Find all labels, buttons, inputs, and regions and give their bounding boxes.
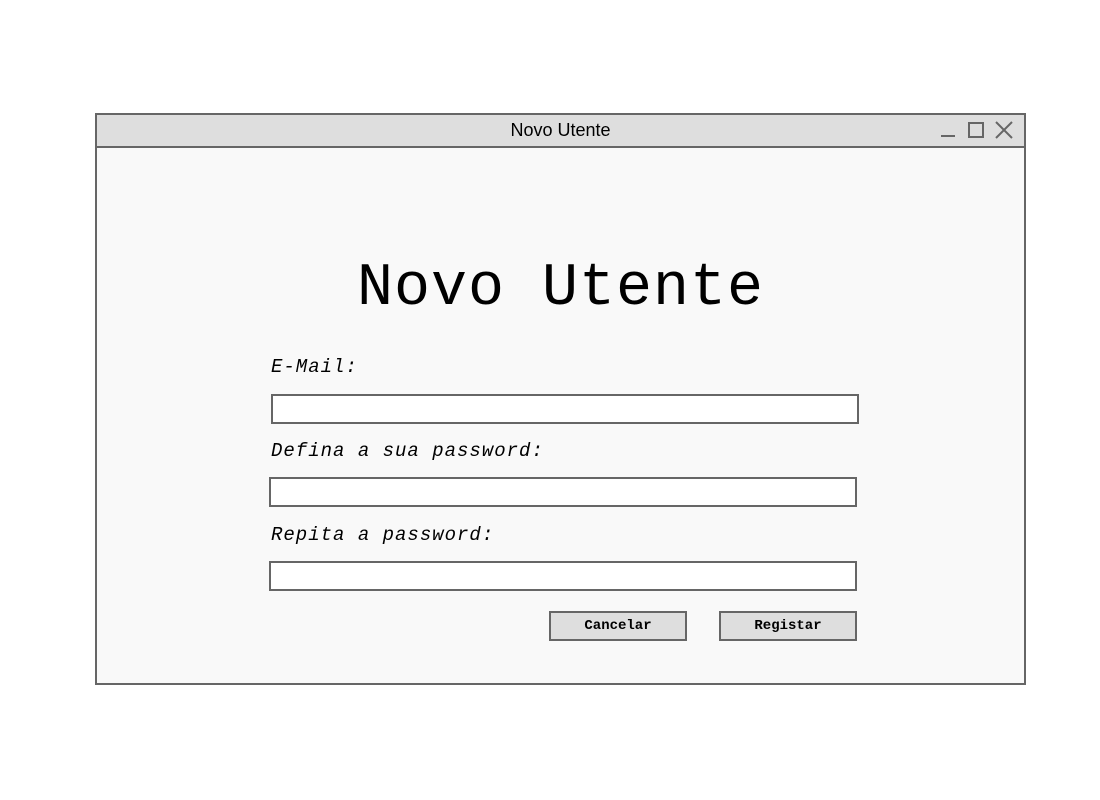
window-title: Novo Utente [510,120,611,140]
email-field[interactable] [271,394,859,424]
password-field[interactable] [269,477,857,507]
register-button[interactable]: Registar [719,611,857,641]
password-label: Defina a sua password: [271,440,544,462]
maximize-button[interactable] [967,121,985,139]
minimize-button[interactable] [939,121,957,139]
minimize-icon [941,135,955,137]
page-title: Novo Utente [356,255,765,323]
close-button[interactable] [995,121,1013,139]
maximize-icon [968,122,984,138]
repeat-password-field[interactable] [269,561,857,591]
close-icon [995,121,1013,139]
cancel-button[interactable]: Cancelar [549,611,687,641]
window-titlebar[interactable]: Novo Utente [97,115,1024,148]
repeat-password-label: Repita a password: [271,524,495,546]
email-label: E-Mail: [271,356,358,378]
new-user-window: Novo Utente Novo Utente E-Mail: Defina a… [95,113,1026,685]
